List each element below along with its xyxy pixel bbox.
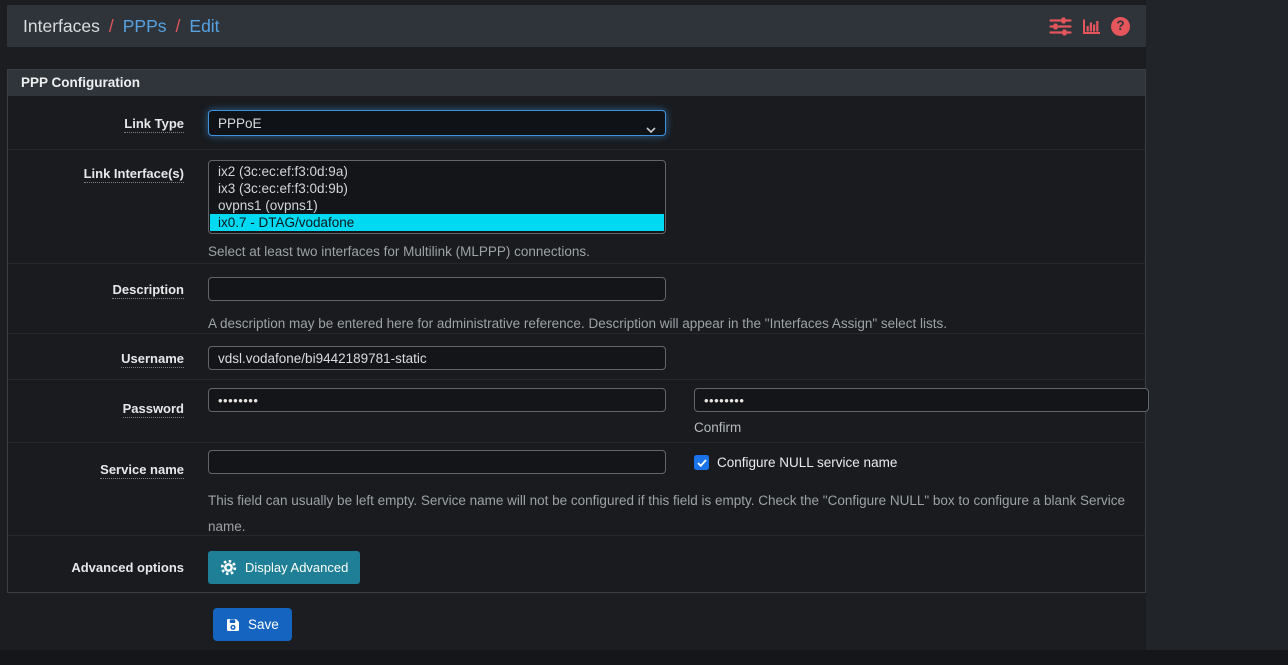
help-icon-glyph: ? bbox=[1116, 19, 1124, 33]
link-type-selected-value: PPPoE bbox=[218, 116, 262, 131]
username-input[interactable] bbox=[208, 346, 666, 370]
breadcrumb-separator: / bbox=[109, 16, 114, 37]
traffic-graph-icon[interactable] bbox=[1082, 18, 1101, 35]
save-floppy-icon bbox=[226, 618, 240, 632]
configure-null-label: Configure NULL service name bbox=[717, 455, 897, 470]
link-interfaces-listbox[interactable]: ix2 (3c:ec:ef:f3:0d:9a)ix3 (3c:ec:ef:f3:… bbox=[208, 160, 666, 234]
description-input[interactable] bbox=[208, 277, 666, 301]
listbox-option[interactable]: ix0.7 - DTAG/vodafone bbox=[210, 214, 664, 231]
ppp-configuration-panel: PPP Configuration Link Type PPPoE bbox=[7, 69, 1146, 593]
breadcrumb-link-ppps[interactable]: PPPs bbox=[123, 16, 167, 37]
help-icon[interactable]: ? bbox=[1111, 17, 1130, 36]
save-button[interactable]: Save bbox=[213, 608, 292, 641]
listbox-option[interactable]: ix3 (3c:ec:ef:f3:0d:9b) bbox=[210, 180, 664, 197]
chevron-down-icon bbox=[646, 121, 656, 136]
service-name-input[interactable] bbox=[208, 450, 666, 474]
advanced-options-row: Advanced options Display Advanced bbox=[8, 536, 1145, 592]
display-advanced-button[interactable]: Display Advanced bbox=[208, 551, 360, 584]
gear-icon bbox=[220, 559, 237, 576]
service-name-row: Service name Configure NULL service name… bbox=[8, 443, 1145, 536]
username-label: Username bbox=[121, 351, 184, 368]
content-column: Interfaces / PPPs / Edit bbox=[0, 0, 1146, 650]
password-confirm-input[interactable] bbox=[694, 388, 1149, 412]
configure-null-checkbox[interactable] bbox=[694, 455, 709, 470]
checkmark-icon bbox=[697, 459, 707, 467]
breadcrumb-separator: / bbox=[176, 16, 181, 37]
service-name-help: This field can usually be left empty. Se… bbox=[208, 488, 1132, 540]
save-button-label: Save bbox=[248, 617, 279, 632]
password-label: Password bbox=[123, 401, 184, 418]
display-advanced-label: Display Advanced bbox=[245, 560, 348, 575]
navbar-icon-group: ? bbox=[1049, 17, 1130, 36]
breadcrumb-bar: Interfaces / PPPs / Edit bbox=[7, 5, 1146, 47]
listbox-option[interactable]: ix2 (3c:ec:ef:f3:0d:9a) bbox=[210, 163, 664, 180]
advanced-options-label: Advanced options bbox=[71, 560, 184, 575]
breadcrumb-link-edit[interactable]: Edit bbox=[189, 16, 219, 37]
link-interfaces-label: Link Interface(s) bbox=[84, 166, 184, 183]
breadcrumb-section: Interfaces bbox=[23, 16, 100, 37]
panel-title: PPP Configuration bbox=[8, 70, 1145, 96]
page-footer-strip bbox=[0, 650, 1288, 665]
link-type-row: Link Type PPPoE bbox=[8, 96, 1145, 150]
password-row: Password Confirm bbox=[8, 380, 1145, 443]
password-confirm-caption: Confirm bbox=[694, 420, 1149, 435]
description-row: Description A description may be entered… bbox=[8, 264, 1145, 334]
link-type-select[interactable]: PPPoE bbox=[208, 110, 666, 136]
link-type-label: Link Type bbox=[124, 116, 184, 133]
link-interfaces-help: Select at least two interfaces for Multi… bbox=[208, 243, 1132, 261]
configure-null-checkbox-group[interactable]: Configure NULL service name bbox=[694, 450, 897, 470]
username-row: Username bbox=[8, 334, 1145, 380]
description-help: A description may be entered here for ad… bbox=[208, 311, 1132, 337]
link-interfaces-row: Link Interface(s) ix2 (3c:ec:ef:f3:0d:9a… bbox=[8, 150, 1145, 264]
description-label: Description bbox=[112, 282, 184, 299]
status-filter-sliders-icon[interactable] bbox=[1049, 17, 1072, 36]
breadcrumb: Interfaces / PPPs / Edit bbox=[23, 16, 220, 37]
listbox-option[interactable]: ovpns1 (ovpns1) bbox=[210, 197, 664, 214]
service-name-label: Service name bbox=[100, 462, 184, 479]
password-input[interactable] bbox=[208, 388, 666, 412]
